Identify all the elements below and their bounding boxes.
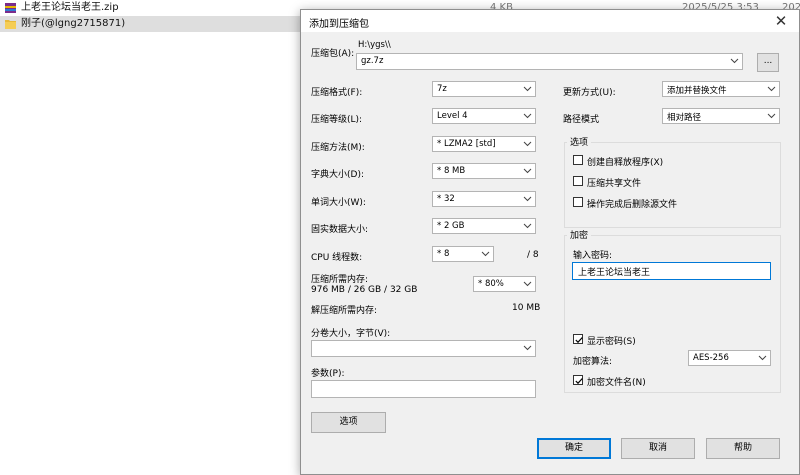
shared-checkbox[interactable] [573, 176, 583, 186]
mem-compress-label: 压缩所需内存: [311, 275, 369, 285]
update-combo[interactable]: 添加并替换文件 [662, 81, 780, 97]
split-combo[interactable] [311, 340, 536, 357]
dict-combo[interactable]: * 8 MB [432, 163, 536, 179]
add-to-archive-dialog: 添加到压缩包 ✕ 压缩包(A): H:\ygs\\ gz.7z ... 压缩格式… [300, 9, 800, 475]
mem-percent-combo[interactable]: * 80% [473, 276, 536, 292]
checkmark-icon [575, 337, 583, 344]
dialog-title: 添加到压缩包 [309, 19, 369, 30]
chevron-down-icon [523, 220, 532, 232]
solid-value: * 2 GB [437, 221, 465, 231]
solid-combo[interactable]: * 2 GB [432, 218, 536, 234]
winrar-archive-icon [5, 3, 16, 13]
sfx-checkbox[interactable] [573, 155, 583, 165]
archive-label: 压缩包(A): [311, 49, 355, 59]
chevron-down-icon [523, 83, 532, 95]
format-label: 压缩格式(F): [311, 88, 363, 98]
cpu-total: / 8 [527, 250, 539, 260]
params-input[interactable] [311, 380, 536, 398]
word-combo[interactable]: * 32 [432, 191, 536, 207]
delete-source-label: 操作完成后删除源文件 [587, 200, 678, 210]
delete-source-checkbox[interactable] [573, 197, 583, 207]
update-label: 更新方式(U): [563, 88, 616, 98]
password-label: 输入密码: [573, 251, 613, 261]
params-label: 参数(P): [311, 369, 345, 379]
chevron-down-icon [523, 165, 532, 177]
level-label: 压缩等级(L): [311, 115, 363, 125]
chevron-down-icon [523, 342, 532, 354]
chevron-down-icon [481, 248, 490, 260]
close-icon[interactable]: ✕ [769, 11, 793, 31]
path-mode-label: 路径模式 [563, 115, 600, 125]
encrypt-method-combo[interactable]: AES-256 [688, 350, 771, 366]
chevron-down-icon [523, 110, 532, 122]
encrypt-names-label: 加密文件名(N) [587, 378, 646, 388]
archive-name-combo[interactable]: gz.7z [356, 53, 743, 70]
cpu-label: CPU 线程数: [311, 253, 363, 263]
mem-percent-value: * 80% [478, 279, 504, 289]
encrypt-method-label: 加密算法: [573, 357, 613, 367]
options-button[interactable]: 选项 [311, 412, 386, 433]
shared-label: 压缩共享文件 [587, 179, 642, 189]
word-label: 单词大小(W): [311, 198, 366, 208]
file-name: 刚子(@lgng2715871) [21, 18, 126, 29]
chevron-down-icon [767, 110, 776, 122]
browse-button[interactable]: ... [757, 53, 779, 72]
update-value: 添加并替换文件 [667, 86, 727, 96]
show-password-label: 显示密码(S) [587, 337, 636, 347]
dict-label: 字典大小(D): [311, 170, 364, 180]
chevron-down-icon [758, 352, 767, 364]
chevron-down-icon [523, 278, 532, 290]
encrypt-names-checkbox[interactable] [573, 375, 583, 385]
show-password-checkbox[interactable] [573, 334, 583, 344]
format-combo[interactable]: 7z [432, 81, 536, 97]
archive-path: H:\ygs\\ [358, 40, 391, 50]
options-group-title: 选项 [567, 135, 592, 148]
method-label: 压缩方法(M): [311, 143, 365, 153]
file-name: 上老王论坛当老王.zip [21, 2, 119, 13]
encryption-group-title: 加密 [567, 228, 592, 241]
dict-value: * 8 MB [437, 166, 466, 176]
cpu-combo[interactable]: * 8 [432, 246, 494, 262]
level-combo[interactable]: Level 4 [432, 108, 536, 124]
method-value: * LZMA2 [std] [437, 139, 496, 149]
split-label: 分卷大小，字节(V): [311, 329, 391, 339]
chevron-down-icon [730, 55, 739, 67]
password-input[interactable]: 上老王论坛当老王 [572, 262, 771, 280]
help-button[interactable]: 帮助 [706, 438, 780, 459]
folder-icon [5, 19, 16, 29]
mem-decompress-label: 解压缩所需内存: [311, 306, 378, 316]
chevron-down-icon [523, 138, 532, 150]
solid-label: 固实数据大小: [311, 225, 369, 235]
sfx-label: 创建自释放程序(X) [587, 158, 664, 168]
mem-decompress-value: 10 MB [512, 303, 541, 313]
path-mode-combo[interactable]: 相对路径 [662, 108, 780, 124]
checkmark-icon [575, 378, 583, 385]
dialog-titlebar: 添加到压缩包 ✕ [301, 10, 799, 32]
archive-name-value: gz.7z [361, 56, 384, 66]
chevron-down-icon [767, 83, 776, 95]
format-value: 7z [437, 84, 447, 94]
ok-button[interactable]: 确定 [537, 438, 611, 459]
encrypt-method-value: AES-256 [693, 353, 729, 363]
mem-compress-value: 976 MB / 26 GB / 32 GB [311, 285, 418, 295]
path-mode-value: 相对路径 [667, 113, 702, 123]
level-value: Level 4 [437, 111, 468, 121]
word-value: * 32 [437, 194, 455, 204]
method-combo[interactable]: * LZMA2 [std] [432, 136, 536, 152]
cpu-value: * 8 [437, 249, 450, 259]
password-value: 上老王论坛当老王 [578, 268, 651, 278]
cancel-button[interactable]: 取消 [621, 438, 695, 459]
chevron-down-icon [523, 193, 532, 205]
